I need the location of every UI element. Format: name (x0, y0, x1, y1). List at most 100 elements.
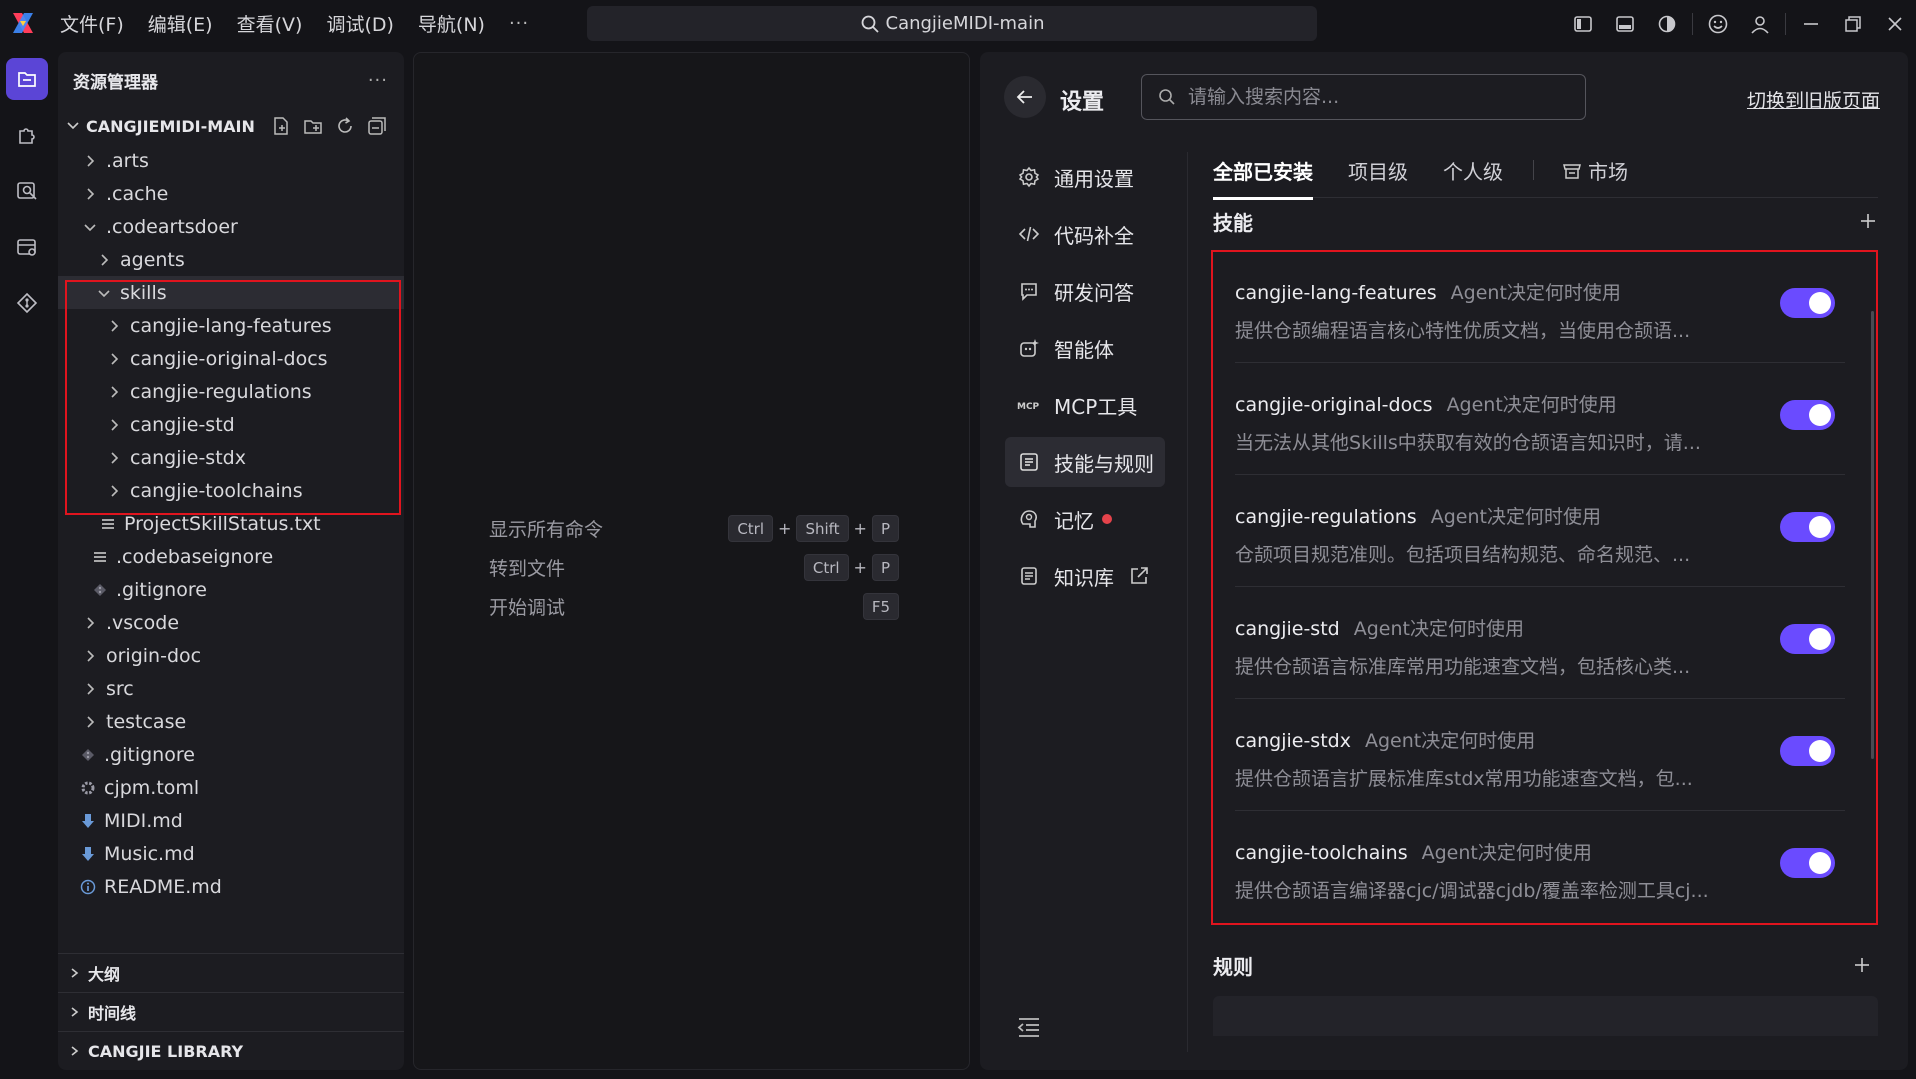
skill-toggle[interactable] (1780, 288, 1835, 318)
nav-memory[interactable]: 记忆 (1005, 494, 1165, 544)
tree-item[interactable]: MIDI.md (58, 804, 404, 837)
tree-item[interactable]: cangjie-regulations (58, 375, 404, 408)
tree-item[interactable]: .codebaseignore (58, 540, 404, 573)
tree-item[interactable]: README.md (58, 870, 404, 903)
tree-item[interactable]: testcase (58, 705, 404, 738)
tab-market[interactable]: 市场 (1562, 156, 1628, 197)
restore-icon[interactable] (1832, 0, 1874, 47)
tree-item[interactable]: origin-doc (58, 639, 404, 672)
skill-toggle[interactable] (1780, 624, 1835, 654)
refresh-icon[interactable] (335, 116, 355, 136)
skill-description: 提供仓颉语言标准库常用功能速查文档，包括核心类... (1235, 656, 1691, 678)
tree-item[interactable]: cangjie-original-docs (58, 342, 404, 375)
menu-more-button[interactable]: ··· (509, 13, 529, 34)
nav-agent[interactable]: 智能体 (1005, 323, 1165, 373)
settings-title: 设置 (1060, 90, 1105, 115)
search-activity-button[interactable] (6, 170, 48, 212)
menu-navigate[interactable]: 导航(N) (418, 10, 485, 37)
tab-project-level[interactable]: 项目级 (1348, 156, 1408, 197)
tree-item[interactable]: ProjectSkillStatus.txt (58, 507, 404, 540)
new-folder-icon[interactable] (303, 116, 323, 136)
skill-name-row: cangjie-toolchains Agent决定何时使用 (1235, 838, 1592, 865)
timeline-section[interactable]: 时间线 (58, 992, 404, 1031)
back-button[interactable] (1004, 76, 1046, 118)
skill-toggle[interactable] (1780, 512, 1835, 542)
database-activity-button[interactable] (6, 226, 48, 268)
menu-view[interactable]: 查看(V) (237, 10, 303, 37)
toggle-panel-icon[interactable] (1604, 0, 1646, 47)
new-file-icon[interactable] (271, 116, 291, 136)
extensions-activity-button[interactable] (6, 114, 48, 156)
switch-to-old-page-link[interactable]: 切换到旧版页面 (1747, 86, 1880, 113)
minimize-icon[interactable] (1790, 0, 1832, 47)
tree-item[interactable]: .vscode (58, 606, 404, 639)
skill-name-row: cangjie-stdx Agent决定何时使用 (1235, 726, 1535, 753)
nav-mcp-tools[interactable]: MCP MCP工具 (1005, 380, 1165, 430)
source-control-activity-button[interactable] (6, 282, 48, 324)
tree-item[interactable]: Music.md (58, 837, 404, 870)
tree-item[interactable]: .arts (58, 144, 404, 177)
tree-item[interactable]: cangjie-toolchains (58, 474, 404, 507)
toggle-sidebar-icon[interactable] (1562, 0, 1604, 47)
add-skill-icon[interactable] (1858, 211, 1878, 231)
skills-scrollbar[interactable] (1871, 311, 1874, 759)
memory-icon (1016, 506, 1042, 532)
command-search-box[interactable]: CangjieMIDI-main (587, 6, 1317, 41)
tree-item-label: MIDI.md (104, 809, 183, 832)
project-name: CANGJIEMIDI-MAIN (86, 116, 255, 136)
tree-item[interactable]: .codeartsdoer (58, 210, 404, 243)
skill-toggle[interactable] (1780, 736, 1835, 766)
explorer-activity-button[interactable] (6, 58, 48, 100)
skill-toggle[interactable] (1780, 400, 1835, 430)
close-icon[interactable] (1874, 0, 1916, 47)
add-rule-icon[interactable] (1852, 955, 1872, 975)
shortcut-start-debugging[interactable]: 开始调试 F5 (489, 587, 899, 626)
collapse-all-icon[interactable] (367, 116, 387, 136)
toggle-knob (1809, 628, 1831, 650)
rules-list-placeholder (1213, 996, 1878, 1036)
menu-debug[interactable]: 调试(D) (326, 10, 393, 37)
toggle-secondary-sidebar-icon[interactable] (1646, 0, 1688, 47)
nav-general-settings[interactable]: 通用设置 (1005, 152, 1165, 202)
account-icon[interactable] (1739, 0, 1781, 47)
project-header[interactable]: CANGJIEMIDI-MAIN (58, 108, 404, 144)
tree-item[interactable]: .cache (58, 177, 404, 210)
nav-dev-qa[interactable]: 研发问答 (1005, 266, 1165, 316)
collapse-nav-icon[interactable] (1016, 1014, 1042, 1040)
nav-code-completion[interactable]: 代码补全 (1005, 209, 1165, 259)
shortcut-label: 转到文件 (489, 558, 566, 580)
tree-item[interactable]: cangjie-lang-features (58, 309, 404, 342)
menu-edit[interactable]: 编辑(E) (148, 10, 213, 37)
outline-section[interactable]: 大纲 (58, 953, 404, 992)
menu-file[interactable]: 文件(F) (60, 10, 124, 37)
chevron-right-icon (87, 616, 95, 629)
explorer-title: 资源管理器 (73, 72, 158, 93)
tree-item[interactable]: skills (58, 276, 404, 309)
settings-search[interactable] (1141, 74, 1586, 120)
tree-item[interactable]: cangjie-stdx (58, 441, 404, 474)
nav-label: 通用设置 (1054, 166, 1134, 191)
tree-item[interactable]: src (58, 672, 404, 705)
tree-item[interactable]: agents (58, 243, 404, 276)
tree-item[interactable]: .gitignore (58, 738, 404, 771)
cangjie-library-section[interactable]: CANGJIE LIBRARY (58, 1031, 404, 1070)
settings-search-input[interactable] (1188, 86, 1568, 108)
knowledge-icon (1016, 563, 1042, 589)
skill-toggle[interactable] (1780, 848, 1835, 878)
shortcut-show-all-commands[interactable]: 显示所有命令 Ctrl + Shift + P (489, 509, 899, 548)
explorer-more-button[interactable]: ··· (368, 70, 388, 91)
feedback-smiley-icon[interactable] (1697, 0, 1739, 47)
tree-item[interactable]: cjpm.toml (58, 771, 404, 804)
tab-all-installed[interactable]: 全部已安装 (1213, 156, 1313, 200)
tree-item-label: .codebaseignore (116, 545, 274, 568)
tree-item-label: .arts (106, 149, 149, 172)
skill-item: cangjie-regulations Agent决定何时使用 仓颉项目规范准则。包… (1235, 475, 1845, 587)
tree-item[interactable]: .gitignore (58, 573, 404, 606)
nav-skills-and-rules[interactable]: 技能与规则 (1005, 437, 1165, 487)
skill-mode: Agent决定何时使用 (1450, 282, 1621, 304)
nav-knowledge-base[interactable]: 知识库 (1005, 551, 1165, 601)
shortcut-go-to-file[interactable]: 转到文件 Ctrl + P (489, 548, 899, 587)
tab-personal-level[interactable]: 个人级 (1443, 156, 1503, 197)
tree-item[interactable]: cangjie-std (58, 408, 404, 441)
toggle-knob (1809, 516, 1831, 538)
